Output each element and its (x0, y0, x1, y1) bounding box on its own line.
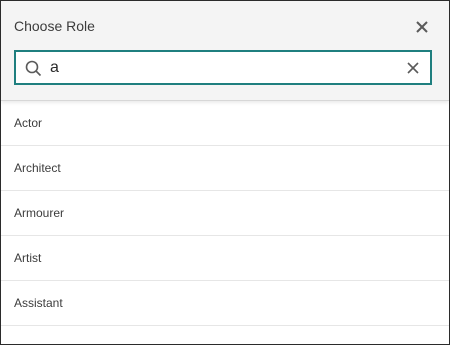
dialog-title: Choose Role (14, 18, 95, 34)
role-option-assistant[interactable]: Assistant (1, 281, 449, 326)
clear-icon (407, 62, 419, 74)
dialog-header: Choose Role (1, 1, 449, 101)
search-icon (25, 60, 42, 77)
choose-role-dialog: Choose Role Actor Architect Armour (0, 0, 450, 345)
search-input[interactable] (50, 56, 400, 80)
close-button[interactable] (413, 18, 431, 36)
clear-search-button[interactable] (406, 61, 420, 75)
role-option-artist[interactable]: Artist (1, 236, 449, 281)
role-option-architect[interactable]: Architect (1, 146, 449, 191)
search-box (14, 50, 432, 85)
close-icon (416, 21, 428, 33)
role-option-armourer[interactable]: Armourer (1, 191, 449, 236)
role-list: Actor Architect Armourer Artist Assistan… (1, 101, 449, 326)
role-option-actor[interactable]: Actor (1, 101, 449, 146)
